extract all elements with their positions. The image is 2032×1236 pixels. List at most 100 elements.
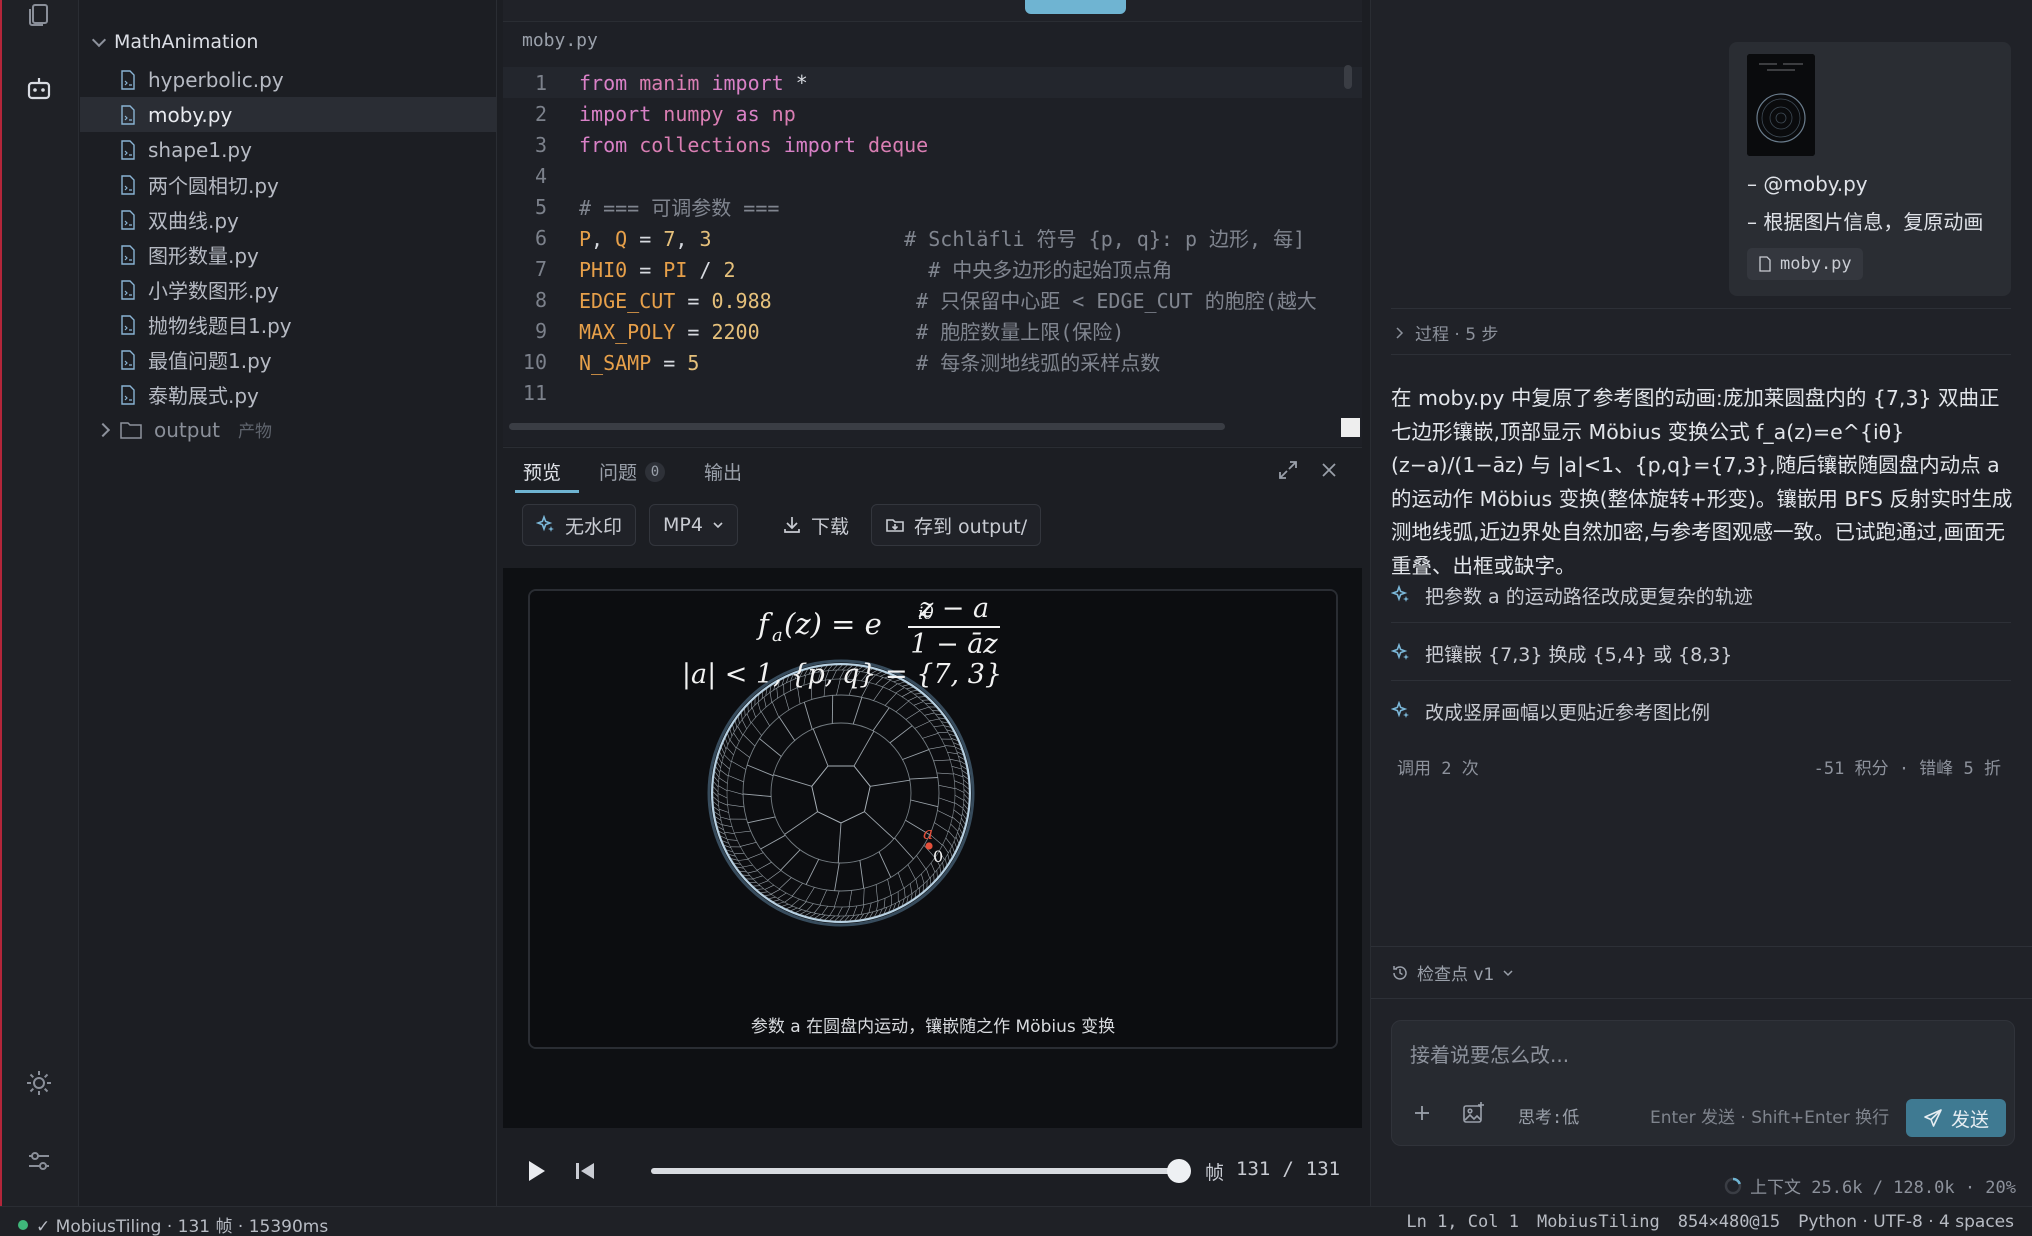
file-item[interactable]: moby.py (80, 97, 496, 132)
panel-tabs: 预览 问题 0 输出 (503, 448, 1362, 494)
cursor-position[interactable]: Ln 1, Col 1 (1406, 1212, 1519, 1232)
checkpoint-select[interactable]: 检查点 v1 (1391, 960, 1514, 985)
chevron-down-icon (1503, 969, 1513, 976)
send-button[interactable]: 发送 (1906, 1099, 2006, 1137)
file-item[interactable]: 最值问题1.py (80, 342, 496, 377)
code-line[interactable]: 1 from manim import * (503, 67, 1362, 98)
status-bar: ✓ MobiusTiling · 131 帧 · 15390ms Ln 1, C… (0, 1206, 2032, 1236)
file-item[interactable]: 双曲线.py (80, 202, 496, 237)
language-encoding[interactable]: Python · UTF-8 · 4 spaces (1798, 1212, 2014, 1232)
history-icon (1393, 965, 1407, 980)
folder-mathanimation[interactable]: MathAnimation (91, 28, 258, 56)
python-file-icon (120, 384, 136, 405)
composer-input[interactable]: 接着说要怎么改... (1410, 1039, 1569, 1068)
code-token: manim (627, 70, 712, 95)
suggestion-3[interactable]: 改成竖屏画幅以更贴近参考图比例 (1391, 692, 2001, 730)
file-item[interactable]: 抛物线题目1.py (80, 307, 496, 342)
file-item[interactable]: hyperbolic.py (80, 62, 496, 97)
divider (1371, 998, 2032, 999)
file-list: hyperbolic.py moby.py shape1.py 两个圆相切.py 双曲线… (80, 62, 496, 447)
tab-preview[interactable]: 预览 (523, 458, 561, 485)
watermark-toggle-button[interactable]: 无水印 (522, 504, 637, 546)
code-line[interactable]: 10 N_SAMP = 5 # 每条测地线弧的采样点数 (503, 346, 1362, 377)
skip-back-icon[interactable] (573, 1160, 597, 1186)
expand-icon[interactable] (1278, 460, 1298, 480)
render-status[interactable]: ✓ MobiusTiling · 131 帧 · 15390ms (36, 1212, 328, 1236)
python-file-icon (120, 279, 136, 300)
usage-info: 调用 2 次 -51 积分 · 错峰 5 折 (1397, 754, 2001, 779)
code-text: N_SAMP = 5 # 每条测地线弧的采样点数 (579, 347, 1160, 376)
reference-image-thumbnail[interactable] (1747, 54, 1815, 156)
user-line-2: – 根据图片信息，复原动画 (1747, 210, 1984, 234)
download-button[interactable]: 下载 (768, 504, 863, 546)
code-line[interactable]: 8 EDGE_CUT = 0.988 # 只保留中心距 < EDGE_CUT 的胞… (503, 284, 1362, 315)
folder-tag: 产物 (237, 422, 272, 442)
process-steps-toggle[interactable]: 过程 · 5 步 (1395, 320, 1498, 345)
formula-mid: (z) = e (784, 607, 882, 641)
vertical-scrollbar[interactable] (1344, 65, 1352, 89)
code-line[interactable]: 2 import numpy as np (503, 98, 1362, 129)
breadcrumb[interactable]: moby.py (522, 30, 598, 51)
timeline-thumb[interactable] (1167, 1159, 1191, 1183)
play-icon[interactable] (525, 1158, 549, 1188)
app-window: MathAnimation hyperbolic.py moby.py shape1… (0, 0, 2032, 1236)
scene-name[interactable]: MobiusTiling (1537, 1212, 1660, 1232)
add-icon[interactable] (1412, 1103, 1432, 1127)
code-token: = (651, 351, 688, 375)
suggestion-1[interactable]: 把参数 a 的运动路径改成更复杂的轨迹 (1391, 576, 2001, 614)
file-item[interactable]: 小学数图形.py (80, 272, 496, 307)
status-left: ✓ MobiusTiling · 131 帧 · 15390ms (18, 1212, 328, 1236)
code-token: as (735, 101, 760, 126)
folder-output[interactable]: output 产物 (80, 412, 496, 447)
suggestion-2[interactable]: 把镶嵌 {7,3} 换成 {5,4} 或 {8,3} (1391, 634, 2001, 672)
python-file-icon (120, 349, 136, 370)
format-select[interactable]: MP4 (649, 504, 738, 546)
files-icon[interactable] (20, 0, 58, 32)
tab-output-label: 输出 (704, 462, 743, 484)
video-frame[interactable]: f a (z) = e iθ z − a 1 − āz |a| < 1, {p,… (528, 589, 1338, 1049)
message-composer[interactable]: 接着说要怎么改... 思考:低 Enter 发送 · Shift+Enter 换… (1391, 1020, 2015, 1146)
save-to-output-button[interactable]: 存到 output/ (871, 504, 1042, 546)
attached-file-name: moby.py (1780, 254, 1852, 274)
code-lines[interactable]: 1 from manim import * 2 import numpy as np 3… (503, 67, 1362, 408)
python-file-icon (120, 139, 136, 160)
thinking-level[interactable]: 思考:低 (1518, 1103, 1579, 1128)
code-line[interactable]: 11 (503, 377, 1362, 408)
divider (1391, 680, 2011, 681)
attached-file-chip[interactable]: moby.py (1747, 248, 1863, 280)
code-line[interactable]: 5 # === 可调参数 === (503, 191, 1362, 222)
render-resolution[interactable]: 854×480@15 (1678, 1212, 1780, 1232)
assistant-bot-icon[interactable] (20, 70, 58, 108)
file-item[interactable]: 泰勒展式.py (80, 377, 496, 412)
code-token: # 只保留中心距 < EDGE_CUT 的胞腔(越大 (771, 289, 1317, 313)
image-upload-icon[interactable] (1462, 1101, 1486, 1129)
tab-preview-label: 预览 (523, 462, 562, 484)
file-item[interactable]: 图形数量.py (80, 237, 496, 272)
file-item[interactable]: 两个圆相切.py (80, 167, 496, 202)
code-line[interactable]: 3 from collections import deque (503, 129, 1362, 160)
horizontal-scrollbar[interactable] (509, 423, 1225, 430)
theme-sun-icon[interactable] (20, 1064, 58, 1102)
code-line[interactable]: 4 (503, 160, 1362, 191)
code-token: import (579, 101, 652, 126)
code-token: import (783, 132, 856, 157)
tab-problems-label: 问题 (599, 462, 638, 484)
code-line[interactable]: 6 P, Q = 7, 3 # Schläfli 符号 {p, q}: p 边形,… (503, 222, 1362, 253)
file-item[interactable]: shape1.py (80, 132, 496, 167)
timeline-slider[interactable] (651, 1159, 1191, 1183)
code-line[interactable]: 7 PHI0 = PI / 2 # 中央多边形的起始顶点角 (503, 253, 1362, 284)
usage-calls: 调用 2 次 (1397, 759, 1479, 779)
code-line[interactable]: 9 MAX_POLY = 2200 # 胞腔数量上限(保险) (503, 315, 1362, 346)
line-number: 5 (534, 194, 547, 219)
settings-sliders-icon[interactable] (20, 1142, 58, 1180)
suggestion-label: 把镶嵌 {7,3} 换成 {5,4} 或 {8,3} (1425, 643, 1733, 666)
code-token: 7 (663, 227, 676, 251)
tab-output[interactable]: 输出 (704, 458, 742, 485)
line-number: 4 (534, 163, 547, 188)
code-token: , (675, 227, 700, 251)
tab-problems[interactable]: 问题 0 (599, 458, 666, 485)
active-tab-underline (515, 490, 579, 493)
file-name: 泰勒展式.py (148, 384, 259, 408)
close-icon[interactable] (1319, 460, 1339, 480)
sparkle-icon (1391, 585, 1409, 602)
